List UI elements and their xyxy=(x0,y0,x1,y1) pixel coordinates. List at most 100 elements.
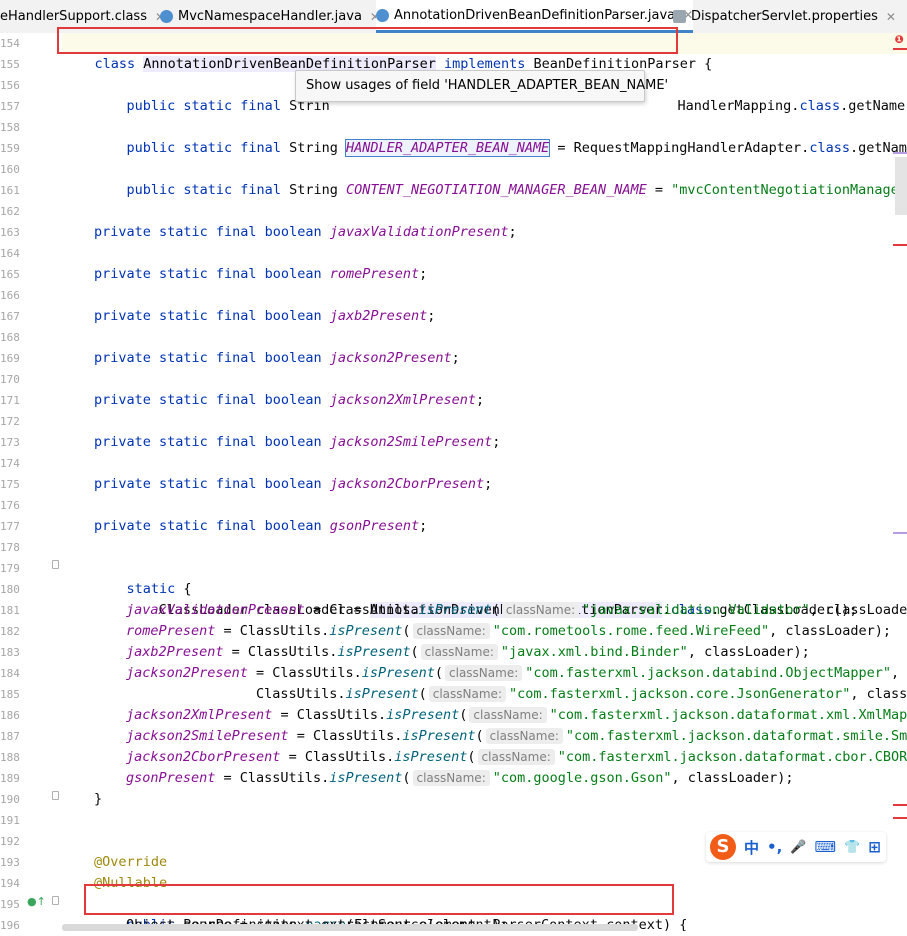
field-name[interactable]: jackson2CborPresent xyxy=(126,749,280,765)
static-assignment-line: javaxValidationPresent = ClassUtils.isPr… xyxy=(126,600,907,621)
fold-marker-icon[interactable] xyxy=(52,896,59,905)
skin-icon[interactable]: 👕 xyxy=(844,840,860,855)
line-number: 169 xyxy=(0,352,20,365)
boolean-field-line: private static final boolean jackson2Pre… xyxy=(94,348,460,369)
method-name[interactable]: isPresent xyxy=(394,749,467,765)
line-number: 178 xyxy=(0,541,20,554)
code-text: ( xyxy=(418,686,427,702)
microphone-icon[interactable]: 🎤 xyxy=(790,840,806,855)
code-text: ClassUtils. xyxy=(126,686,346,702)
override-gutter-icon[interactable]: ●↑ xyxy=(27,895,46,908)
code-text: .getName(); xyxy=(840,98,907,114)
field-name[interactable]: jaxb2Present xyxy=(330,308,428,324)
parameter-hint: className: xyxy=(428,686,506,702)
field-name[interactable]: romePresent xyxy=(330,266,419,282)
code-text: ( xyxy=(467,749,476,765)
method-name[interactable]: isPresent xyxy=(362,665,435,681)
line-number: 186 xyxy=(0,709,20,722)
tab-dispatcher-servlet-properties[interactable]: DispatcherServlet.properties ✕ xyxy=(673,0,896,33)
static-assignment-line: jaxb2Present = ClassUtils.isPresent(clas… xyxy=(126,642,810,663)
code-text: ; xyxy=(492,434,501,450)
line-number: 175 xyxy=(0,478,20,491)
usages-tooltip: Show usages of field 'HANDLER_ADAPTER_BE… xyxy=(295,70,668,102)
keyword: private static final boolean xyxy=(94,476,322,492)
horizontal-scrollbar[interactable] xyxy=(62,924,638,931)
line-number: 168 xyxy=(0,331,20,344)
close-icon[interactable]: ✕ xyxy=(886,10,896,24)
keyword: private static final boolean xyxy=(94,224,322,240)
toolbox-icon[interactable]: ⊞ xyxy=(868,838,881,856)
error-stripe-marker[interactable] xyxy=(893,804,907,806)
keyword: public static final xyxy=(126,98,281,114)
field-name[interactable]: gsonPresent xyxy=(126,770,215,786)
method-name[interactable]: isPresent xyxy=(329,623,402,639)
ime-toolbar[interactable]: S 中 •, 🎤 ⌨ 👕 ⊞ xyxy=(706,832,886,862)
chinese-mode-icon[interactable]: 中 xyxy=(744,837,759,858)
punctuation-icon[interactable]: •, xyxy=(767,838,782,856)
fold-marker-icon[interactable] xyxy=(52,560,59,569)
keyword: class xyxy=(809,140,850,156)
keyboard-icon[interactable]: ⌨ xyxy=(815,838,837,856)
field-name[interactable]: jackson2SmilePresent xyxy=(126,728,289,744)
keyword: private static final boolean xyxy=(94,308,322,324)
field-name[interactable]: jackson2CborPresent xyxy=(330,476,484,492)
line-number: 154 xyxy=(0,37,20,50)
field-name[interactable]: jackson2SmilePresent xyxy=(330,434,493,450)
field-name[interactable]: jackson2Present xyxy=(330,350,452,366)
field-name[interactable]: jackson2XmlPresent xyxy=(330,392,476,408)
brace: { xyxy=(704,56,713,72)
keyword: private static final boolean xyxy=(94,392,322,408)
line-number: 159 xyxy=(0,142,20,155)
field-name[interactable]: jackson2Present xyxy=(126,665,248,681)
line-number: 165 xyxy=(0,268,20,281)
line-number: 164 xyxy=(0,247,20,260)
error-stripe-marker[interactable] xyxy=(893,48,907,50)
field-name[interactable]: jaxb2Present xyxy=(126,644,224,660)
field-name[interactable]: javaxValidationPresent xyxy=(126,602,305,618)
stripe-marker[interactable] xyxy=(893,152,907,154)
error-stripe-marker[interactable] xyxy=(893,817,907,819)
brace: } xyxy=(94,791,103,807)
error-indicator-icon[interactable]: ❶ xyxy=(895,33,904,46)
field-name[interactable]: romePresent xyxy=(126,623,215,639)
fold-marker-icon[interactable] xyxy=(52,791,59,800)
scrollbar-thumb[interactable] xyxy=(895,157,907,215)
line-number: 161 xyxy=(0,184,20,197)
method-name[interactable]: isPresent xyxy=(329,770,402,786)
string-literal: "javax.xml.bind.Binder" xyxy=(500,644,688,660)
stripe-marker[interactable] xyxy=(893,532,907,534)
field-handler-adapter-bean-name[interactable]: HANDLER_ADAPTER_BEAN_NAME xyxy=(345,139,551,157)
keyword: private static final boolean xyxy=(94,350,322,366)
field-name[interactable]: jackson2XmlPresent xyxy=(126,707,272,723)
code-editor[interactable]: class AnnotationDrivenBeanDefinitionPars… xyxy=(62,33,907,931)
code-line-180: ClassLoader classLoader = AnnotationDriv… xyxy=(126,579,858,618)
code-text: ; xyxy=(427,308,436,324)
code-text: = ClassUtils. xyxy=(223,644,338,660)
method-name[interactable]: isPresent xyxy=(345,686,418,702)
method-name[interactable]: isPresent xyxy=(337,644,410,660)
parameter-hint: className: xyxy=(420,644,498,660)
code-text: = ClassUtils. xyxy=(215,623,330,639)
error-stripe-marker[interactable] xyxy=(893,244,907,246)
string-literal: "com.fasterxml.jackson.core.JsonGenerato… xyxy=(508,686,851,702)
code-text: ; xyxy=(476,392,485,408)
string-literal: "com.google.gson.Gson" xyxy=(492,770,672,786)
line-number: 157 xyxy=(0,100,20,113)
line-number: 183 xyxy=(0,646,20,659)
line-number: 170 xyxy=(0,373,20,386)
sogou-logo-icon[interactable]: S xyxy=(710,834,736,860)
boolean-field-line: private static final boolean romePresent… xyxy=(94,264,427,285)
field-name[interactable]: javaxValidationPresent xyxy=(330,224,509,240)
line-number: 185 xyxy=(0,688,20,701)
method-name[interactable]: isPresent xyxy=(386,707,459,723)
code-text: ; xyxy=(508,224,517,240)
method-name[interactable]: isPresent xyxy=(402,728,475,744)
method-name[interactable]: isPresent xyxy=(419,602,492,618)
line-number: 177 xyxy=(0,520,20,533)
boolean-field-line: private static final boolean jaxb2Presen… xyxy=(94,306,435,327)
boolean-field-line: private static final boolean jackson2Smi… xyxy=(94,432,500,453)
field-name[interactable]: CONTENT_NEGOTIATION_MANAGER_BEAN_NAME xyxy=(346,182,647,198)
code-text: = ClassUtils. xyxy=(247,665,362,681)
field-name[interactable]: gsonPresent xyxy=(330,518,419,534)
line-number: 172 xyxy=(0,415,20,428)
